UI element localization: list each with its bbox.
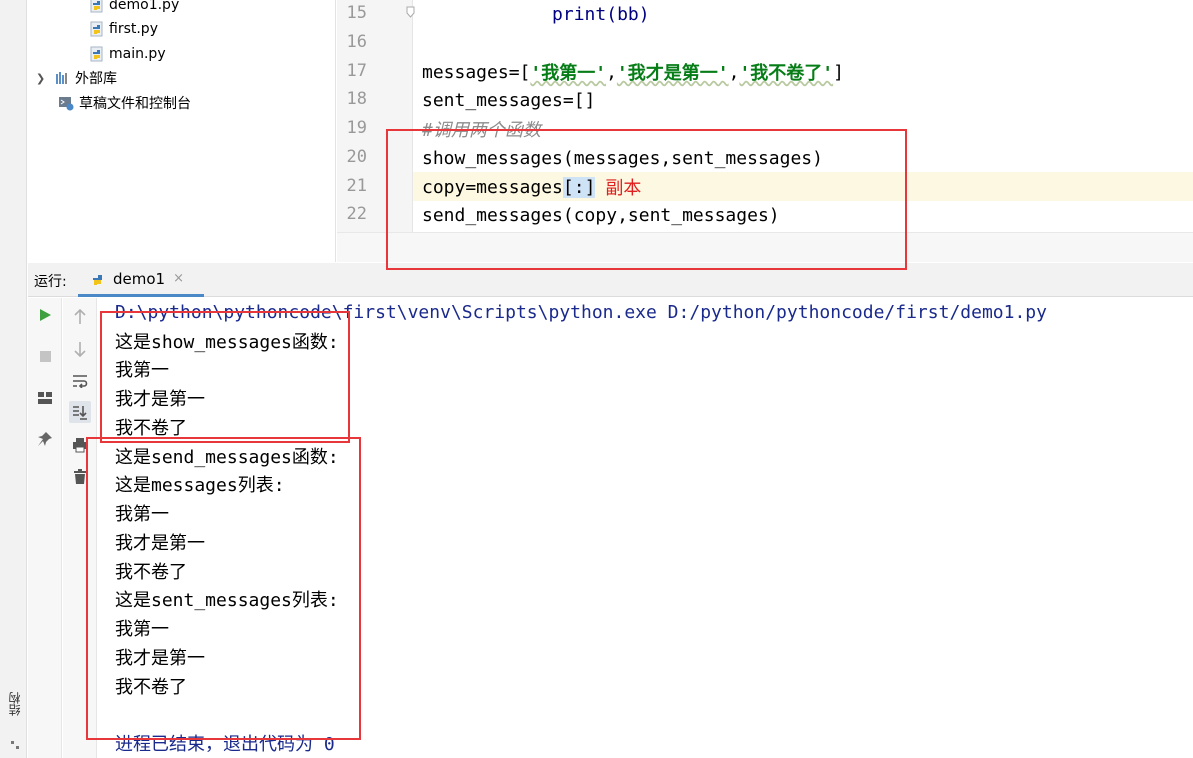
line-number: 18 (346, 89, 367, 109)
run-toolbar-primary (28, 298, 62, 758)
line-number: 19 (346, 118, 367, 138)
tree-item-first[interactable]: first.py (90, 18, 158, 40)
console-line-exit-status: 进程已结束，退出代码为 0 (115, 734, 335, 755)
python-file-icon (90, 0, 103, 13)
code-line-18: sent_messages=[] (422, 86, 595, 114)
fold-marker-icon[interactable] (406, 6, 415, 18)
run-tab-demo1[interactable]: demo1 × (78, 263, 204, 297)
print-button[interactable] (69, 434, 91, 456)
tree-item-external-libraries[interactable]: ❯ 外部库 (36, 67, 117, 89)
python-icon (93, 274, 102, 285)
line-number: 21 (346, 176, 367, 196)
console-line-command[interactable]: D:\python\pythoncode\first\venv\Scripts\… (115, 298, 1047, 326)
console-line: 我才是第一 (115, 389, 205, 410)
code-editor[interactable]: 15 16 17 18 19 20 21 22 print(bb) messag… (337, 0, 1193, 262)
pin-icon (38, 432, 52, 446)
tree-item-label: demo1.py (109, 0, 180, 13)
code-line-17: messages=['我第一', '我才是第一', '我不卷了'] (422, 58, 844, 86)
string-literal: '我不卷了' (739, 63, 834, 84)
play-icon (40, 309, 51, 321)
close-icon[interactable]: × (173, 271, 184, 286)
console-line: 我才是第一 (115, 648, 205, 669)
tree-item-label: 外部库 (75, 71, 117, 87)
soft-wrap-button[interactable] (69, 370, 91, 392)
line-number: 20 (346, 147, 367, 167)
tree-item-scratches[interactable]: 草稿文件和控制台 (58, 92, 191, 114)
annotation-note: 副本 (605, 178, 642, 199)
console-line: 我第一 (115, 619, 169, 640)
string-literal: '我才是第一' (616, 63, 729, 84)
line-number-gutter[interactable]: 15 16 17 18 19 20 21 22 (337, 0, 415, 232)
tree-item-label: first.py (109, 21, 158, 37)
console-line: 这是show_messages函数: (115, 332, 339, 353)
library-icon (56, 72, 67, 84)
code-text: print(bb) (422, 3, 650, 25)
run-label: 运行: (34, 274, 67, 290)
line-number: 15 (346, 3, 367, 23)
code-line-22: send_messages(copy,sent_messages) (422, 201, 780, 229)
string-literal: '我第一' (530, 63, 607, 84)
pin-tab-button[interactable] (34, 428, 56, 450)
printer-icon (73, 438, 87, 453)
editor-bottom-area (337, 232, 1193, 262)
console-line: 我才是第一 (115, 533, 205, 554)
left-tool-strip: 结构 (0, 0, 27, 758)
code-text: , (606, 61, 617, 83)
line-number: 22 (346, 204, 367, 224)
chevron-right-icon[interactable]: ❯ (36, 72, 48, 85)
python-file-icon (90, 46, 103, 62)
tree-item-demo1[interactable]: demo1.py (90, 0, 179, 16)
layout-button[interactable] (34, 387, 56, 409)
tree-item-main[interactable]: main.py (90, 43, 166, 65)
run-tool-window-header: 运行: demo1 × (28, 263, 1193, 297)
layout-icon (38, 392, 52, 404)
code-text: sent_messages=[] (422, 89, 596, 111)
code-line-20: show_messages(messages,sent_messages) (422, 144, 823, 172)
line-number: 17 (346, 61, 367, 81)
clear-all-button[interactable] (69, 466, 91, 488)
run-tab-label: demo1 (113, 269, 166, 288)
line-number: 16 (346, 32, 367, 52)
console-line: 这是messages列表: (115, 475, 285, 496)
code-text: copy=messages (422, 176, 563, 198)
code-text: ] (833, 61, 844, 83)
structure-icon (11, 741, 19, 749)
console-line: 这是send_messages函数: (115, 447, 339, 468)
tree-item-label: main.py (109, 46, 166, 62)
project-tree-panel: demo1.py first.py main.py ❯ 外部库 草稿文件和控制台 (28, 0, 336, 262)
code-comment: #调用两个函数 (422, 120, 541, 141)
console-line: 我不卷了 (115, 418, 187, 439)
stop-icon (39, 350, 51, 362)
arrow-down-icon (74, 342, 86, 357)
selected-slice: [:] (562, 176, 596, 198)
run-toolbar-secondary (63, 298, 97, 758)
console-line: 我第一 (115, 360, 169, 381)
structure-tab-label: 结构 (7, 692, 22, 716)
code-text: show_messages(messages,sent_messages) (422, 147, 823, 169)
console-line: 我第一 (115, 504, 169, 525)
arrow-up-icon (74, 309, 86, 324)
console-line: 我不卷了 (115, 562, 187, 583)
tree-item-label: 草稿文件和控制台 (79, 96, 191, 112)
stop-button[interactable] (34, 345, 56, 367)
scratches-console-icon (59, 97, 74, 111)
console-line: 这是sent_messages列表: (115, 590, 339, 611)
code-text: send_messages(copy,sent_messages) (422, 204, 780, 226)
console-line: 我不卷了 (115, 677, 187, 698)
trash-icon (74, 469, 86, 484)
rerun-button[interactable] (34, 304, 56, 326)
scroll-to-end-button[interactable] (69, 401, 91, 423)
code-text: , (728, 61, 740, 83)
python-file-icon (90, 21, 103, 37)
structure-tool-tab[interactable]: 结构 (5, 680, 23, 728)
code-line-19: #调用两个函数 (422, 115, 541, 143)
scroll-down-button[interactable] (69, 338, 91, 360)
scroll-up-button[interactable] (69, 306, 91, 328)
code-text: messages=[ (422, 61, 531, 83)
code-line-21: copy=messages [:] 副本 (422, 173, 641, 201)
scroll-to-end-icon (73, 406, 87, 420)
soft-wrap-icon (73, 375, 88, 388)
run-console-output[interactable]: D:\python\pythoncode\first\venv\Scripts\… (98, 298, 1193, 758)
code-line-15: print(bb) (422, 0, 650, 28)
